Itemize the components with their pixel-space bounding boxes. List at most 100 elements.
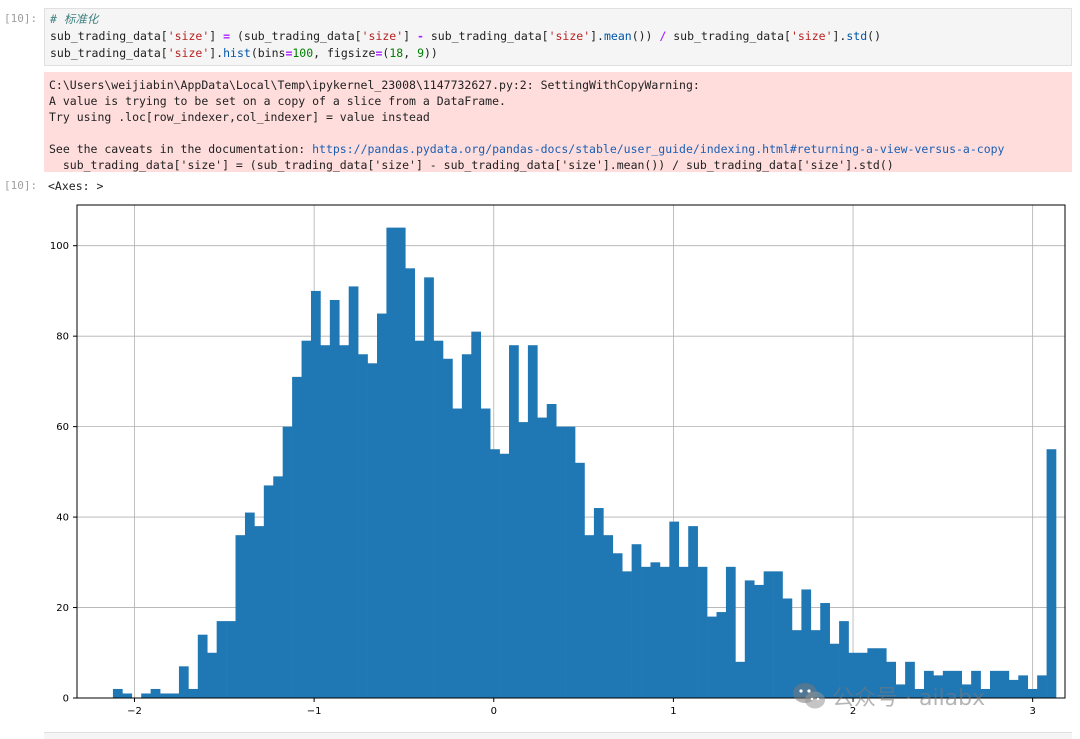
x-tick-label: 3: [1029, 706, 1035, 717]
histogram-bar: [631, 544, 642, 698]
histogram-bar: [339, 345, 349, 698]
histogram-bar: [763, 571, 774, 698]
histogram-bar: [773, 571, 783, 698]
histogram-bar: [1027, 688, 1038, 698]
histogram-bar: [282, 426, 293, 698]
histogram-bar: [603, 535, 614, 698]
histogram-bar: [575, 462, 585, 698]
histogram-bar: [452, 408, 463, 698]
x-tick-label: 1: [670, 706, 676, 717]
histogram-bar: [226, 621, 236, 698]
histogram-bar: [716, 612, 727, 698]
histogram-bar: [178, 666, 189, 698]
histogram-bar: [254, 526, 265, 698]
y-tick-label: 20: [56, 603, 69, 614]
histogram-bar: [593, 508, 604, 698]
histogram-bar: [725, 566, 736, 698]
histogram-plot: −2 −1 0 1 2 3020406080100: [50, 204, 1066, 717]
histogram-bar: [414, 340, 425, 698]
warning-line-hint: Try using .loc[row_indexer,col_indexer] …: [49, 110, 430, 124]
histogram-bar: [235, 535, 246, 698]
histogram-bar: [697, 566, 708, 698]
histogram-bar: [122, 693, 133, 698]
histogram-bar: [565, 426, 576, 698]
warning-line-path: C:\Users\weijiabin\AppData\Local\Temp\ip…: [49, 78, 700, 92]
warning-line-docs: See the caveats in the documentation: ht…: [49, 142, 1005, 156]
histogram-bar: [188, 688, 199, 698]
histogram-bar: [461, 354, 472, 698]
histogram-bar: [443, 358, 453, 698]
code-cell-editor[interactable]: # 标准化 sub_trading_data['size'] = (sub_tr…: [44, 8, 1072, 66]
histogram-bar: [320, 345, 331, 698]
code-line-standardize: sub_trading_data['size'] = (sub_trading_…: [50, 29, 881, 43]
histogram-bar: [659, 566, 670, 698]
histogram-bar: [622, 571, 632, 698]
histogram-bar: [782, 598, 793, 698]
histogram-bar: [480, 408, 491, 698]
x-tick-label: −1: [307, 706, 322, 717]
histogram-bar: [1008, 679, 1019, 698]
histogram-bar: [433, 340, 444, 698]
histogram-bar: [612, 553, 623, 698]
y-tick-label: 60: [56, 422, 69, 433]
histogram-bar: [141, 693, 151, 698]
histogram-bar: [527, 345, 538, 698]
histogram-bar: [358, 354, 368, 698]
histogram-bar: [386, 227, 397, 698]
y-tick-label: 80: [56, 332, 69, 343]
x-tick-label: 0: [491, 706, 497, 717]
histogram-bar: [1037, 675, 1047, 698]
histogram-bars: [112, 227, 1057, 698]
histogram-bar: [150, 688, 161, 698]
histogram-bar: [471, 331, 482, 698]
histogram-bar: [160, 693, 170, 698]
histogram-bar: [273, 476, 283, 698]
histogram-bar: [546, 404, 557, 698]
histogram-bar: [348, 286, 359, 698]
x-tick-label: −2: [127, 706, 142, 717]
histogram-bar: [650, 562, 661, 698]
histogram-bar: [688, 526, 698, 698]
histogram-bar: [490, 449, 500, 698]
histogram-bar: [999, 670, 1010, 698]
histogram-bar: [263, 485, 274, 698]
histogram-bar: [367, 363, 378, 698]
histogram-bar: [707, 616, 717, 698]
y-tick-label: 100: [50, 241, 69, 252]
histogram-bar: [1046, 449, 1057, 698]
histogram-bar: [641, 566, 651, 698]
histogram-bar: [1018, 675, 1029, 698]
docs-link[interactable]: https://pandas.pydata.org/pandas-docs/st…: [312, 142, 1004, 156]
warning-line-source: sub_trading_data['size'] = (sub_trading_…: [49, 158, 894, 172]
warning-line-message: A value is trying to be set on a copy of…: [49, 94, 506, 108]
histogram-bar: [518, 422, 529, 698]
histogram-bar: [424, 277, 434, 698]
code-line-hist: sub_trading_data['size'].hist(bins=100, …: [50, 46, 438, 60]
watermark-text: 公众号 · ailabx: [832, 686, 986, 711]
histogram-bar: [292, 376, 302, 698]
histogram-bar: [499, 453, 510, 698]
histogram-bar: [244, 512, 255, 698]
histogram-bar: [735, 661, 746, 698]
code-comment: # 标准化: [50, 12, 99, 26]
histogram-bar: [112, 688, 123, 698]
y-tick-label: 0: [63, 694, 69, 705]
cell-in-prompt: [10]:: [4, 12, 38, 25]
histogram-bar: [376, 313, 387, 698]
histogram-bar: [169, 693, 180, 698]
histogram-bar: [405, 268, 416, 698]
histogram-bar: [669, 521, 680, 698]
y-tick-label: 40: [56, 513, 69, 524]
histogram-bar: [584, 535, 595, 698]
histogram-bar: [395, 227, 406, 698]
histogram-bar: [754, 584, 764, 698]
histogram-bar: [537, 417, 548, 698]
histogram-bar: [310, 290, 321, 698]
watermark: 公众号 · ailabx: [792, 676, 985, 716]
histogram-bar: [216, 621, 227, 698]
histogram-bar: [197, 634, 208, 698]
histogram-bar: [556, 426, 566, 698]
wechat-icon: [792, 681, 826, 711]
histogram-bar: [301, 340, 312, 698]
warning-output: C:\Users\weijiabin\AppData\Local\Temp\ip…: [44, 72, 1072, 172]
